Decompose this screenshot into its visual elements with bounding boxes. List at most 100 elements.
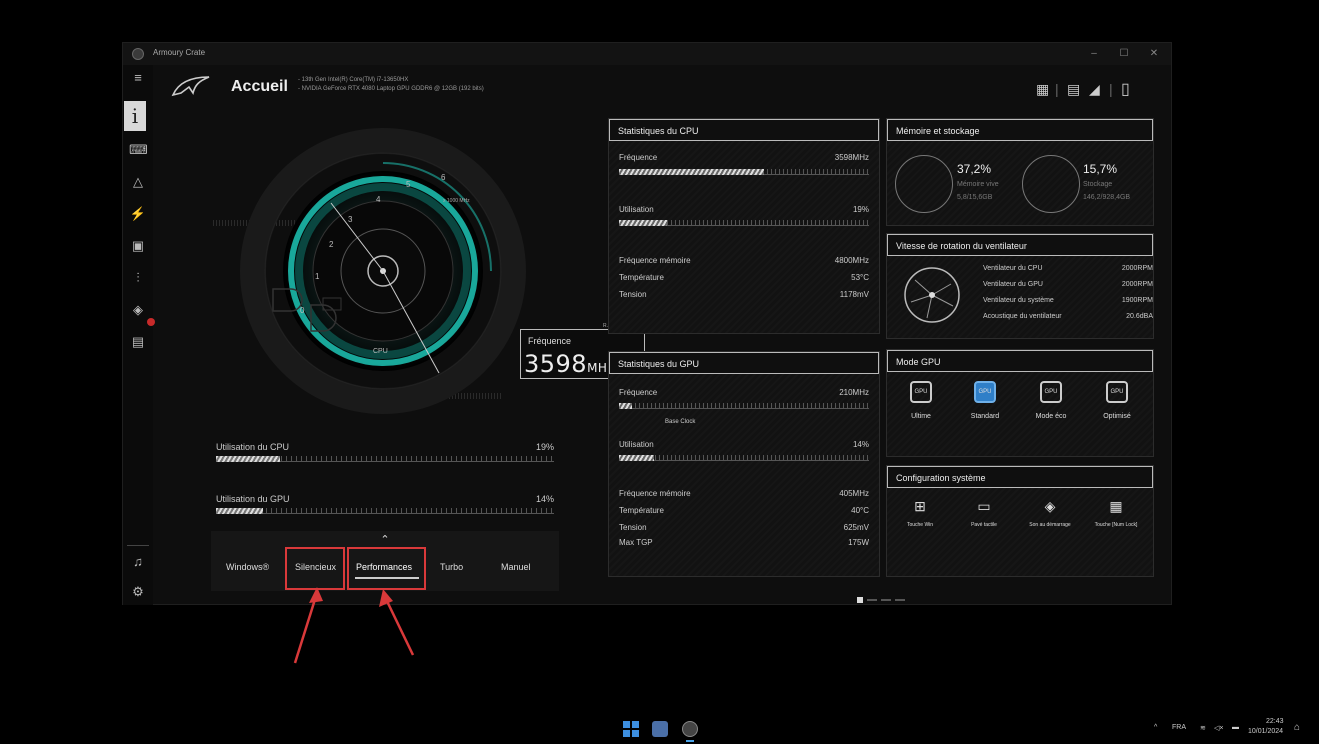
bell-icon[interactable]: ♫	[129, 553, 147, 571]
gpu-mode-label: Mode éco	[1035, 413, 1067, 420]
fan-speed-panel: Vitesse de rotation du ventilateur Venti…	[886, 233, 1154, 339]
deals-tag-icon[interactable]: ◈	[129, 301, 147, 319]
home-info-icon[interactable]: i	[124, 101, 146, 131]
mode-windows[interactable]: Windows®	[226, 562, 269, 572]
maximize-button[interactable]: ☐	[1113, 46, 1135, 62]
app-name: Armoury Crate	[153, 48, 206, 57]
tick-label: 3	[348, 215, 353, 224]
config-boot-sound[interactable]: ◈ Son au démarrage	[1021, 498, 1079, 529]
sliders-icon[interactable]: ⫶	[129, 269, 147, 287]
gamevisual-icon[interactable]: ▣	[129, 237, 147, 255]
stat-label: Fréquence	[619, 153, 658, 162]
language-indicator[interactable]: FRA	[1172, 724, 1186, 731]
mode-manuel[interactable]: Manuel	[501, 562, 531, 572]
fan-label: Ventilateur du système	[983, 297, 1054, 304]
battery-icon[interactable]: ▬	[1232, 724, 1239, 731]
gpu-mode-label: Optimisé	[1103, 413, 1131, 420]
gpu-chip-icon: GPU	[910, 381, 932, 403]
scenario-icon[interactable]: ⚡	[129, 205, 147, 223]
system-config-panel: Configuration système ⊞ Touche Win ▭ Pavé …	[886, 465, 1154, 577]
tray-chevron-icon[interactable]: ^	[1154, 724, 1157, 731]
header-separator: |	[1109, 81, 1113, 97]
config-label: Pavé tactile	[971, 522, 997, 528]
stat-label: Fréquence	[619, 388, 658, 397]
layout-icon[interactable]: ▦	[1036, 81, 1049, 98]
frequency-gauge: 0 1 2 3 4 5 6 x 1000 MHz CPU R.O.G / 286…	[183, 123, 653, 483]
stat-label: Max TGP	[619, 538, 653, 547]
stat-value: 14%	[852, 440, 869, 449]
edit-layout-icon[interactable]: ▤	[1067, 81, 1080, 98]
close-button[interactable]: ✕	[1143, 46, 1165, 62]
menu-icon[interactable]: ≡	[129, 69, 147, 87]
annotation-box-silencieux	[285, 547, 345, 590]
mode-turbo[interactable]: Turbo	[440, 562, 463, 572]
gpu-volt-row: Tension 625mV	[619, 523, 869, 535]
app-icon-search[interactable]	[652, 721, 668, 737]
cpu-util-bar	[619, 220, 869, 226]
windows-start-icon[interactable]	[623, 721, 639, 737]
cpu-freq-row: Fréquence 3598MHz	[619, 153, 869, 165]
gpu-chip-icon: GPU	[1106, 381, 1128, 403]
system-config-header: Configuration système	[887, 466, 1153, 488]
stat-label: Température	[619, 273, 664, 282]
touchpad-icon: ▭	[977, 498, 991, 514]
clock-date[interactable]: 10/01/2024	[1248, 728, 1283, 735]
stat-value: 210MHz	[839, 388, 869, 397]
stat-value: 1178mV	[839, 290, 869, 299]
stat-value: 19%	[852, 205, 869, 214]
notification-icon[interactable]: ⌂	[1294, 722, 1300, 733]
cpu-volt-row: Tension 1178mV	[619, 290, 869, 302]
stat-label: Utilisation	[619, 205, 654, 214]
page-indicator[interactable]	[857, 597, 917, 603]
gpu-mode-optimized[interactable]: GPU Optimisé	[1087, 380, 1147, 420]
taskbar: ^ FRA ≋ ◁× ▬ 22:43 10/01/2024 ⌂	[0, 714, 1319, 744]
active-app-indicator	[686, 740, 694, 742]
stat-value: 4800MHz	[834, 256, 869, 265]
settings-icon[interactable]: ⚙	[129, 583, 147, 601]
windows-key-icon: ⊞	[914, 498, 926, 514]
config-num-lock[interactable]: ▦ Touche [Num Lock]	[1087, 498, 1145, 529]
app-logo-icon	[132, 48, 144, 60]
title-bar[interactable]: Armoury Crate – ☐ ✕	[123, 43, 1171, 65]
memory-storage-title: Mémoire et stockage	[896, 126, 980, 136]
armoury-crate-taskbar-icon[interactable]	[682, 721, 698, 737]
gpu-mode-standard[interactable]: GPU Standard	[955, 380, 1015, 420]
aura-icon[interactable]: △	[129, 173, 147, 191]
gpu-util-fill	[619, 455, 654, 461]
fan-icon	[904, 267, 960, 323]
keyboard-icon[interactable]: ⌨	[129, 141, 148, 159]
volume-icon[interactable]: ◁×	[1214, 724, 1223, 732]
gpu-mode-label: Ultime	[911, 413, 931, 420]
config-touchpad[interactable]: ▭ Pavé tactile	[955, 498, 1013, 529]
announcement-icon[interactable]: ◢	[1089, 81, 1100, 98]
wifi-icon[interactable]: ≋	[1200, 724, 1206, 732]
gpu-freq-bar	[619, 403, 869, 409]
cpu-memfreq-row: Fréquence mémoire 4800MHz	[619, 256, 869, 268]
stat-label: Fréquence mémoire	[619, 489, 691, 498]
gpu-tgp-row: Max TGP 175W	[619, 538, 869, 550]
gpu-mode-ultimate[interactable]: GPU Ultime	[891, 380, 951, 420]
page-title: Accueil	[231, 78, 288, 95]
stat-value: 175W	[848, 538, 869, 547]
config-label: Son au démarrage	[1029, 522, 1071, 528]
stat-label: Tension	[619, 290, 647, 299]
cpu-usage-label: Utilisation du CPU	[216, 442, 290, 452]
fan-label: Ventilateur du CPU	[983, 265, 1043, 272]
minimize-button[interactable]: –	[1083, 46, 1105, 62]
cpu-util-fill	[619, 220, 667, 226]
clock-time[interactable]: 22:43	[1266, 718, 1284, 725]
cpu-util-row: Utilisation 19%	[619, 205, 869, 217]
media-icon[interactable]: ▤	[129, 333, 147, 351]
chevron-up-icon[interactable]: ⌃	[376, 533, 394, 547]
cpu-stats-header: Statistiques du CPU	[609, 119, 879, 141]
fan-label: Acoustique du ventilateur	[983, 313, 1062, 320]
ram-percent: 37,2%	[957, 162, 992, 176]
fan-value: 1900RPM	[1121, 297, 1153, 304]
gpu-mode-eco[interactable]: GPU Mode éco	[1021, 380, 1081, 420]
cpu-freq-fill	[619, 169, 764, 175]
device-icon[interactable]: ▯	[1121, 79, 1130, 99]
gpu-mode-title: Mode GPU	[896, 357, 941, 367]
gpu-chip-icon: GPU	[974, 381, 996, 403]
config-win-key[interactable]: ⊞ Touche Win	[891, 498, 949, 529]
cpu-usage-bar	[216, 456, 554, 462]
